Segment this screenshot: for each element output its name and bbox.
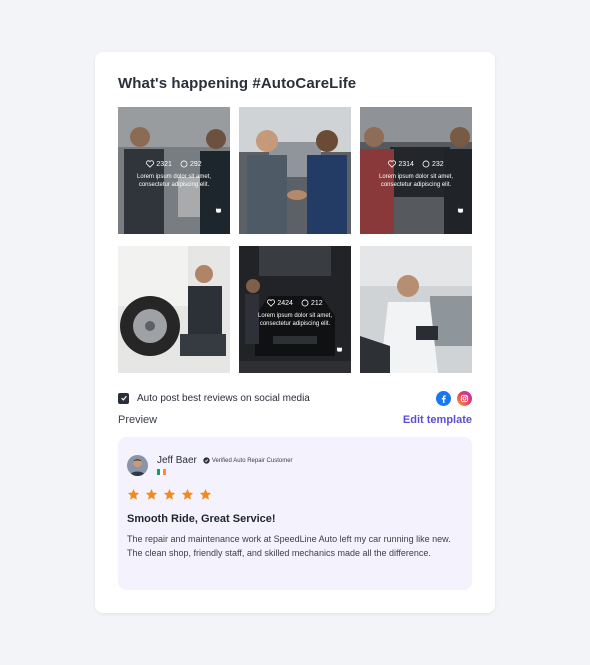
autopost-label: Auto post best reviews on social media <box>137 392 310 404</box>
photo-mechanic-handshake <box>239 107 351 234</box>
preview-header: Preview Edit template <box>118 414 472 426</box>
avatar <box>127 455 148 476</box>
facebook-icon[interactable] <box>436 390 451 406</box>
tile-hover-overlay: 2424 212 Lorem ipsum dolor sit amet, con… <box>239 246 351 373</box>
review-body: The repair and maintenance work at Speed… <box>127 534 451 558</box>
star-icon <box>127 488 140 501</box>
star-icon <box>199 488 212 501</box>
tile-caption: Lorem ipsum dolor sit amet, consectetur … <box>136 174 212 188</box>
tile-hover-overlay: 2321 292 Lorem ipsum dolor sit amet, con… <box>118 107 230 234</box>
verified-badge-label: Verified Auto Repair Customer <box>211 457 293 464</box>
tile-hover-overlay: 2314 232 Lorem ipsum dolor sit amet, con… <box>360 107 472 234</box>
instagram-icon[interactable] <box>457 390 472 406</box>
comments-count: 212 <box>310 299 323 307</box>
tile-caption: Lorem ipsum dolor sit amet, consectetur … <box>378 174 454 188</box>
checkmark-icon <box>120 395 127 401</box>
reviewer-name: Jeff Baer <box>157 455 197 466</box>
star-icon <box>163 488 176 501</box>
preview-label: Preview <box>118 414 158 426</box>
autopost-row: Auto post best reviews on social media <box>118 389 472 407</box>
tile-caption: Lorem ipsum dolor sit amet, consectetur … <box>257 313 333 327</box>
comment-icon <box>180 160 188 168</box>
heart-icon <box>267 299 276 307</box>
social-icons <box>436 390 472 406</box>
pointer-cursor-icon <box>456 200 465 214</box>
comment-icon <box>422 160 430 168</box>
engagement-stats: 2424 212 <box>267 299 323 307</box>
comment-icon <box>301 299 309 307</box>
pointer-cursor-icon <box>335 339 344 353</box>
autopost-checkbox[interactable] <box>118 392 129 404</box>
comments-count: 232 <box>431 160 444 168</box>
engagement-stats: 2321 292 <box>146 160 202 168</box>
gallery-tile[interactable]: 2321 292 Lorem ipsum dolor sit amet, con… <box>118 107 230 234</box>
widget-title: What's happening #AutoCareLife <box>118 75 357 92</box>
photo-gallery: 2321 292 Lorem ipsum dolor sit amet, con… <box>118 107 472 373</box>
likes-count: 2314 <box>398 160 414 168</box>
gallery-tile[interactable]: 2314 232 Lorem ipsum dolor sit amet, con… <box>360 107 472 234</box>
reviewer: Jeff Baer Verified Auto Repair Customer <box>127 455 293 476</box>
photo-tire-service <box>118 246 230 373</box>
gallery-tile[interactable] <box>239 107 351 234</box>
star-icon <box>181 488 194 501</box>
pointer-cursor-icon <box>214 200 223 214</box>
photo-man-with-tablet <box>360 246 472 373</box>
verified-badge: Verified Auto Repair Customer <box>203 457 293 464</box>
gallery-tile[interactable]: 2424 212 Lorem ipsum dolor sit amet, con… <box>239 246 351 373</box>
gallery-tile[interactable] <box>118 246 230 373</box>
edit-template-link[interactable]: Edit template <box>403 414 472 426</box>
review-preview-card: Jeff Baer Verified Auto Repair Customer … <box>118 437 472 590</box>
likes-count: 2321 <box>156 160 172 168</box>
gallery-tile[interactable] <box>360 246 472 373</box>
comments-count: 292 <box>189 160 202 168</box>
engagement-stats: 2314 232 <box>388 160 444 168</box>
heart-icon <box>388 160 397 168</box>
star-rating <box>127 488 212 501</box>
review-title: Smooth Ride, Great Service! <box>127 513 276 525</box>
likes-count: 2424 <box>277 299 293 307</box>
star-icon <box>145 488 158 501</box>
ireland-flag-icon <box>157 469 166 475</box>
review-widget-card: What's happening #AutoCareLife 2321 292 … <box>95 52 495 613</box>
verified-check-icon <box>203 457 210 464</box>
heart-icon <box>146 160 155 168</box>
